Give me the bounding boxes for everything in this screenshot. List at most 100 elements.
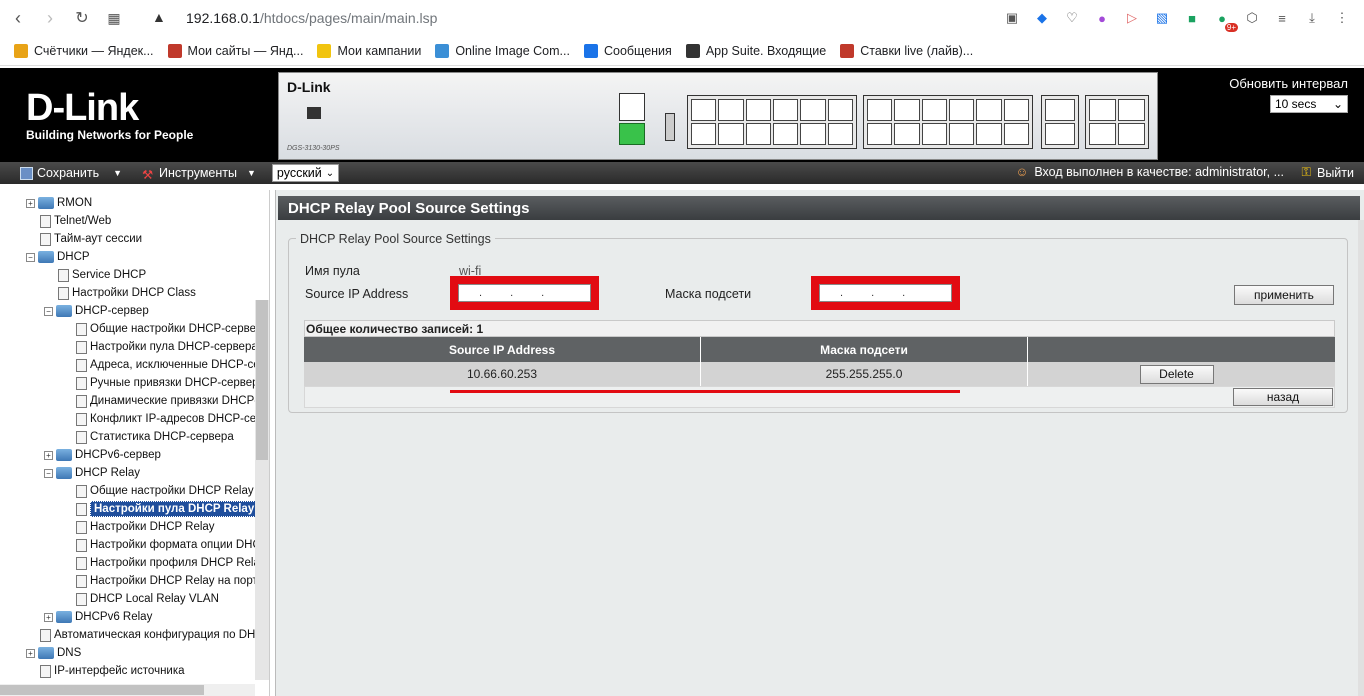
- ethernet-port[interactable]: [921, 99, 947, 121]
- back-button[interactable]: назад: [1233, 388, 1333, 406]
- ethernet-port[interactable]: [718, 99, 744, 121]
- tree-vertical-scrollbar[interactable]: [255, 300, 269, 680]
- color-wheel-icon[interactable]: ●: [1090, 6, 1114, 30]
- tools-menu[interactable]: ⚒ Инструменты ▼: [132, 162, 266, 184]
- tree-horizontal-scrollbar[interactable]: [0, 684, 255, 696]
- ethernet-port[interactable]: [976, 99, 1002, 121]
- ethernet-port[interactable]: [949, 99, 975, 121]
- source-ip-input[interactable]: ...: [458, 284, 591, 302]
- expand-icon[interactable]: +: [26, 648, 35, 658]
- tree-item[interactable]: Настройки формата опции DHC: [76, 536, 261, 554]
- ethernet-port[interactable]: [867, 99, 893, 121]
- ethernet-port[interactable]: [949, 123, 975, 145]
- tree-item[interactable]: Динамические привязки DHCP-: [76, 392, 258, 410]
- ethernet-port[interactable]: [1118, 99, 1145, 121]
- mgmt-port[interactable]: [619, 123, 645, 145]
- tree-item[interactable]: Настройки пула DHCP-сервера: [76, 338, 258, 356]
- tree-folder[interactable]: − DHCP Relay: [44, 464, 140, 482]
- scrollbar-thumb[interactable]: [256, 300, 268, 460]
- ethernet-port[interactable]: [773, 123, 799, 145]
- subnet-mask-input[interactable]: ...: [819, 284, 952, 302]
- console-port[interactable]: [619, 93, 645, 121]
- expand-icon[interactable]: +: [44, 612, 53, 622]
- tree-item[interactable]: Автоматическая конфигурация по DHC: [40, 626, 264, 644]
- expand-icon[interactable]: +: [44, 450, 53, 460]
- ethernet-port[interactable]: [1003, 123, 1029, 145]
- tree-item[interactable]: Ручные привязки DHCP-сервер: [76, 374, 259, 392]
- tree-item[interactable]: Service DHCP: [58, 266, 146, 284]
- apps-grid-icon[interactable]: ▦: [100, 4, 128, 32]
- translate-icon[interactable]: ▧: [1150, 6, 1174, 30]
- ethernet-port[interactable]: [1089, 123, 1116, 145]
- ethernet-port[interactable]: [718, 123, 744, 145]
- ethernet-port[interactable]: [827, 123, 853, 145]
- ethernet-port[interactable]: [894, 123, 920, 145]
- bookmark-item[interactable]: App Suite. Входящие: [685, 43, 826, 58]
- back-arrow-icon[interactable]: ‹: [4, 4, 32, 32]
- forward-arrow-icon[interactable]: ›: [36, 4, 64, 32]
- collapse-icon[interactable]: −: [44, 306, 53, 316]
- tree-item[interactable]: Настройки DHCP Class: [58, 284, 196, 302]
- ethernet-port[interactable]: [745, 123, 771, 145]
- cube-icon[interactable]: ⬡: [1240, 6, 1264, 30]
- delete-button[interactable]: Delete: [1139, 364, 1214, 384]
- profile-badge-icon[interactable]: ● 9+: [1210, 6, 1238, 32]
- tree-folder[interactable]: − DHCP: [26, 248, 90, 266]
- ethernet-port[interactable]: [691, 99, 717, 121]
- tree-item[interactable]: Настройки DHCP Relay на порт: [76, 572, 258, 590]
- scrollbar-thumb[interactable]: [0, 685, 204, 695]
- ethernet-port[interactable]: [867, 123, 893, 145]
- refresh-interval-select[interactable]: 10 secs ⌄: [1270, 95, 1348, 113]
- play-extension-icon[interactable]: ▷: [1120, 6, 1144, 30]
- ethernet-port[interactable]: [773, 99, 799, 121]
- bookmark-item[interactable]: Мои сайты — Янд...: [167, 43, 303, 58]
- expand-icon[interactable]: +: [26, 198, 35, 208]
- ethernet-port[interactable]: [1045, 123, 1075, 145]
- ethernet-port[interactable]: [800, 123, 826, 145]
- bookmark-item[interactable]: Online Image Com...: [435, 43, 570, 58]
- tree-folder[interactable]: + DHCPv6 Relay: [44, 608, 152, 626]
- language-select[interactable]: русский ⌄: [271, 164, 340, 182]
- reload-icon[interactable]: ↻: [68, 4, 96, 32]
- tree-item[interactable]: Telnet/Web: [40, 212, 111, 230]
- tree-item[interactable]: Конфликт IP-адресов DHCP-сер: [76, 410, 263, 428]
- ethernet-port[interactable]: [1045, 99, 1075, 121]
- main-vertical-scrollbar[interactable]: [1358, 220, 1364, 696]
- camera-icon[interactable]: ▣: [1000, 6, 1024, 30]
- menu-dots-icon[interactable]: ⋮: [1330, 6, 1354, 30]
- collapse-icon[interactable]: −: [44, 468, 53, 478]
- save-menu[interactable]: Сохранить ▼: [0, 162, 132, 184]
- ethernet-port[interactable]: [745, 99, 771, 121]
- heart-icon[interactable]: ♡: [1060, 6, 1084, 30]
- tree-item[interactable]: Адреса, исключенные DHCP-се: [76, 356, 260, 374]
- not-secure-warning-icon[interactable]: ▲: [152, 9, 166, 25]
- ethernet-port[interactable]: [827, 99, 853, 121]
- apply-button[interactable]: применить: [1234, 285, 1334, 305]
- tree-folder[interactable]: + RMON: [26, 194, 92, 212]
- tree-item[interactable]: DHCP Local Relay VLAN: [76, 590, 219, 608]
- bookmark-item[interactable]: Ставки live (лайв)...: [840, 43, 973, 58]
- shield-icon[interactable]: ◆: [1030, 6, 1054, 30]
- ethernet-port[interactable]: [976, 123, 1002, 145]
- ethernet-port[interactable]: [691, 123, 717, 145]
- extension-green-icon[interactable]: ■: [1180, 6, 1204, 30]
- ethernet-port[interactable]: [1089, 99, 1116, 121]
- ethernet-port[interactable]: [894, 99, 920, 121]
- tree-item[interactable]: Общие настройки DHCP-сервер: [76, 320, 262, 338]
- queue-icon[interactable]: ≡: [1270, 6, 1294, 30]
- ethernet-port[interactable]: [800, 99, 826, 121]
- bookmark-item[interactable]: Счётчики — Яндек...: [14, 43, 154, 58]
- tree-item[interactable]: IP-интерфейс источника: [40, 662, 185, 680]
- tree-item[interactable]: Настройки профиля DHCP Rela: [76, 554, 260, 572]
- bookmark-item[interactable]: Сообщения: [583, 43, 672, 58]
- usb-port[interactable]: [665, 113, 675, 141]
- tree-item[interactable]: Общие настройки DHCP Relay: [76, 482, 254, 500]
- download-icon[interactable]: ⤓: [1300, 6, 1324, 30]
- tree-item[interactable]: Статистика DHCP-сервера: [76, 428, 234, 446]
- logout-link[interactable]: ⚿ Выйти: [1301, 165, 1354, 180]
- bookmark-item[interactable]: Мои кампании: [317, 43, 421, 58]
- tree-item[interactable]: Тайм-аут сессии: [40, 230, 142, 248]
- tree-folder[interactable]: + DNS: [26, 644, 81, 662]
- tree-item[interactable]: Настройки пула DHCP Relay: [76, 500, 259, 518]
- ethernet-port[interactable]: [1003, 99, 1029, 121]
